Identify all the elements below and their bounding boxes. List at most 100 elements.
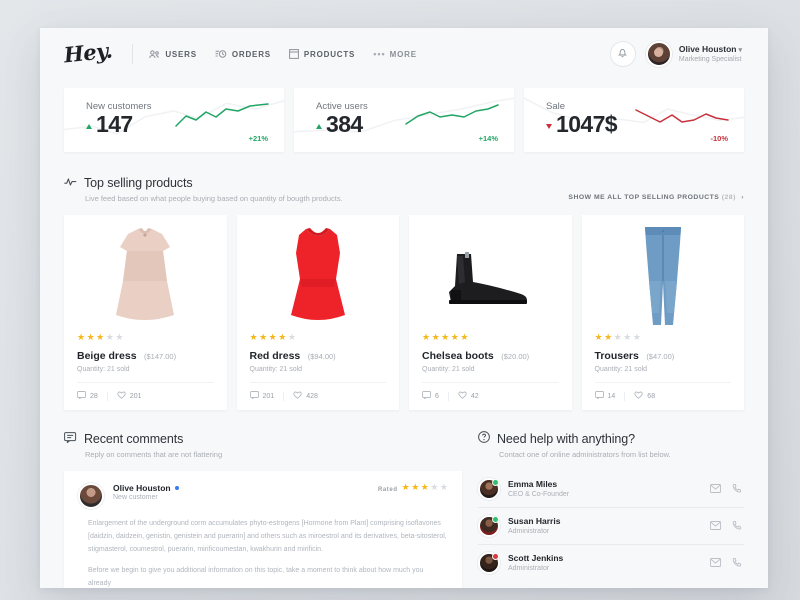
admin-avatar xyxy=(478,552,500,574)
nav-item-orders-label: Orders xyxy=(231,49,271,59)
comment-author-role: New customer xyxy=(113,494,158,501)
bottom-section: Recent comments Reply on comments that a… xyxy=(40,410,768,588)
heart-icon xyxy=(293,391,302,401)
question-mark-icon xyxy=(478,430,490,448)
product-comments[interactable]: 14 xyxy=(594,391,615,401)
comment-header: Olive Houston New customer Rated ★ ★ ★ ★ ★ xyxy=(78,483,448,509)
product-price: ($47.00) xyxy=(646,352,675,361)
product-likes[interactable]: 68 xyxy=(634,391,655,401)
product-meta: 28 201 xyxy=(77,382,214,401)
product-name: Beige dress xyxy=(77,350,137,362)
chevron-right-icon: › xyxy=(741,194,744,201)
nav-item-orders[interactable]: Orders xyxy=(215,49,271,59)
avatar xyxy=(645,41,672,67)
help-title: Need help with anything? xyxy=(497,432,635,446)
nav-item-users-label: Users xyxy=(165,49,197,59)
product-price: ($94.00) xyxy=(307,352,336,361)
admin-actions xyxy=(710,558,742,568)
admin-avatar xyxy=(478,478,500,500)
phone-icon[interactable] xyxy=(732,558,742,568)
product-card[interactable]: ★ ★ ★ ★ ★ Beige dress ($147.00) Quantity: 21… xyxy=(64,215,227,410)
stat-cards: New customers 147 +21% Active users 384 xyxy=(40,80,768,152)
mail-icon[interactable] xyxy=(710,558,721,568)
stat-content: Sale 1047$ xyxy=(546,101,618,136)
product-name: Trousers xyxy=(594,350,639,362)
new-indicator-dot xyxy=(174,486,179,490)
product-rating: ★ ★ ★ ★ ★ xyxy=(77,332,124,342)
notifications-button[interactable] xyxy=(609,41,636,67)
stat-content: Active users 384 xyxy=(316,101,368,136)
heart-icon xyxy=(458,391,467,401)
product-card[interactable]: ★ ★ ★ ★ ★ Trousers ($47.00) Quantity: 21 sol… xyxy=(581,215,745,410)
admin-role: CEO & Co-Founder xyxy=(508,490,570,498)
section-subtitle: Live feed based on what people buying ba… xyxy=(85,194,343,203)
meta-divider xyxy=(283,391,285,401)
stat-card-active-users[interactable]: Active users 384 +14% xyxy=(294,88,514,152)
mail-icon[interactable] xyxy=(710,484,721,494)
product-info: ★ ★ ★ ★ ★ Beige dress ($147.00) Quantity: 21… xyxy=(64,333,227,401)
mail-icon[interactable] xyxy=(710,521,721,531)
product-comments[interactable]: 6 xyxy=(422,391,439,401)
nav-item-products-label: Products xyxy=(303,49,356,59)
product-price: ($147.00) xyxy=(143,352,177,361)
sparkline xyxy=(405,104,499,125)
product-quantity: Quantity: 21 sold xyxy=(249,366,303,373)
top-selling-header: Top selling products Live feed based on … xyxy=(40,152,768,203)
brand-logo[interactable]: Hey. xyxy=(63,37,114,71)
product-meta: 14 68 xyxy=(594,382,731,401)
nav-divider xyxy=(132,44,134,64)
admin-list-item[interactable]: Susan Harris Administrator xyxy=(478,508,744,545)
status-indicator xyxy=(492,516,499,523)
product-comments[interactable]: 28 xyxy=(77,391,98,401)
trend-down-icon xyxy=(546,124,552,129)
nav-items: Users Orders Products ••• More xyxy=(149,49,417,59)
admin-list-item[interactable]: Emma Miles CEO & Co-Founder xyxy=(478,471,744,508)
admin-text: Emma Miles CEO & Co-Founder xyxy=(508,479,569,499)
product-info: ★ ★ ★ ★ ★ Chelsea boots ($20.00) Quantity: 2… xyxy=(409,333,572,401)
comment-card[interactable]: Olive Houston New customer Rated ★ ★ ★ ★ ★ E… xyxy=(64,471,462,588)
user-menu[interactable]: Olive Houston ▾ Marketing Specialist xyxy=(645,41,742,67)
user-text: Olive Houston ▾ Marketing Specialist xyxy=(679,44,742,65)
nav-item-users[interactable]: Users xyxy=(149,50,197,59)
product-rating: ★ ★ ★ ★ ★ xyxy=(249,332,296,342)
comment-rating: Rated ★ ★ ★ ★ ★ xyxy=(378,483,448,496)
product-image-red-dress xyxy=(237,215,400,333)
product-likes[interactable]: 428 xyxy=(293,391,318,401)
show-all-products-link[interactable]: Show me all top selling products (28) › xyxy=(568,194,744,203)
product-price: ($20.00) xyxy=(501,352,530,361)
product-rating: ★ ★ ★ ★ ★ xyxy=(422,332,469,342)
comment-avatar xyxy=(78,483,104,509)
product-likes[interactable]: 201 xyxy=(117,391,141,401)
product-comments[interactable]: 201 xyxy=(249,391,274,401)
meta-divider xyxy=(447,391,449,401)
ellipsis-icon: ••• xyxy=(373,49,386,59)
recent-comments-title-row: Recent comments xyxy=(64,430,462,448)
nav-item-more[interactable]: ••• More xyxy=(373,49,417,59)
stat-card-sale[interactable]: Sale 1047$ -10% xyxy=(524,88,744,152)
screen: Hey. Users Orders Products xyxy=(0,0,800,600)
phone-icon[interactable] xyxy=(732,521,742,531)
admin-text: Scott Jenkins Administrator xyxy=(508,553,563,573)
stat-content: New customers 147 xyxy=(86,101,151,136)
product-likes[interactable]: 42 xyxy=(458,391,479,401)
comment-icon xyxy=(422,391,431,401)
comment-paragraph-1: Enlargement of the underground corm accu… xyxy=(88,520,447,553)
phone-icon[interactable] xyxy=(732,484,742,494)
heart-icon xyxy=(634,391,643,401)
product-rating: ★ ★ ★ ★ ★ xyxy=(594,332,641,342)
product-info: ★ ★ ★ ★ ★ Trousers ($47.00) Quantity: 21 sol… xyxy=(582,333,745,401)
product-title-row: Trousers ($47.00) xyxy=(595,346,732,364)
rated-label: Rated xyxy=(377,486,398,493)
product-image-trousers xyxy=(582,215,745,333)
product-name: Chelsea boots xyxy=(422,350,494,362)
product-card[interactable]: ★ ★ ★ ★ ★ Chelsea boots ($20.00) Quantity: 2… xyxy=(409,215,572,410)
help-column: Need help with anything? Contact one of … xyxy=(478,430,744,588)
stat-card-new-customers[interactable]: New customers 147 +21% xyxy=(64,88,284,152)
admin-actions xyxy=(710,521,742,531)
admin-list-item[interactable]: Scott Jenkins Administrator xyxy=(478,545,744,581)
admin-role: Administrator xyxy=(508,564,550,572)
heart-icon xyxy=(117,391,126,401)
product-card[interactable]: ★ ★ ★ ★ ★ Red dress ($94.00) Quantity: 21 so… xyxy=(236,215,400,410)
admin-name: Emma Miles xyxy=(508,479,558,490)
nav-item-products[interactable]: Products xyxy=(289,49,355,59)
